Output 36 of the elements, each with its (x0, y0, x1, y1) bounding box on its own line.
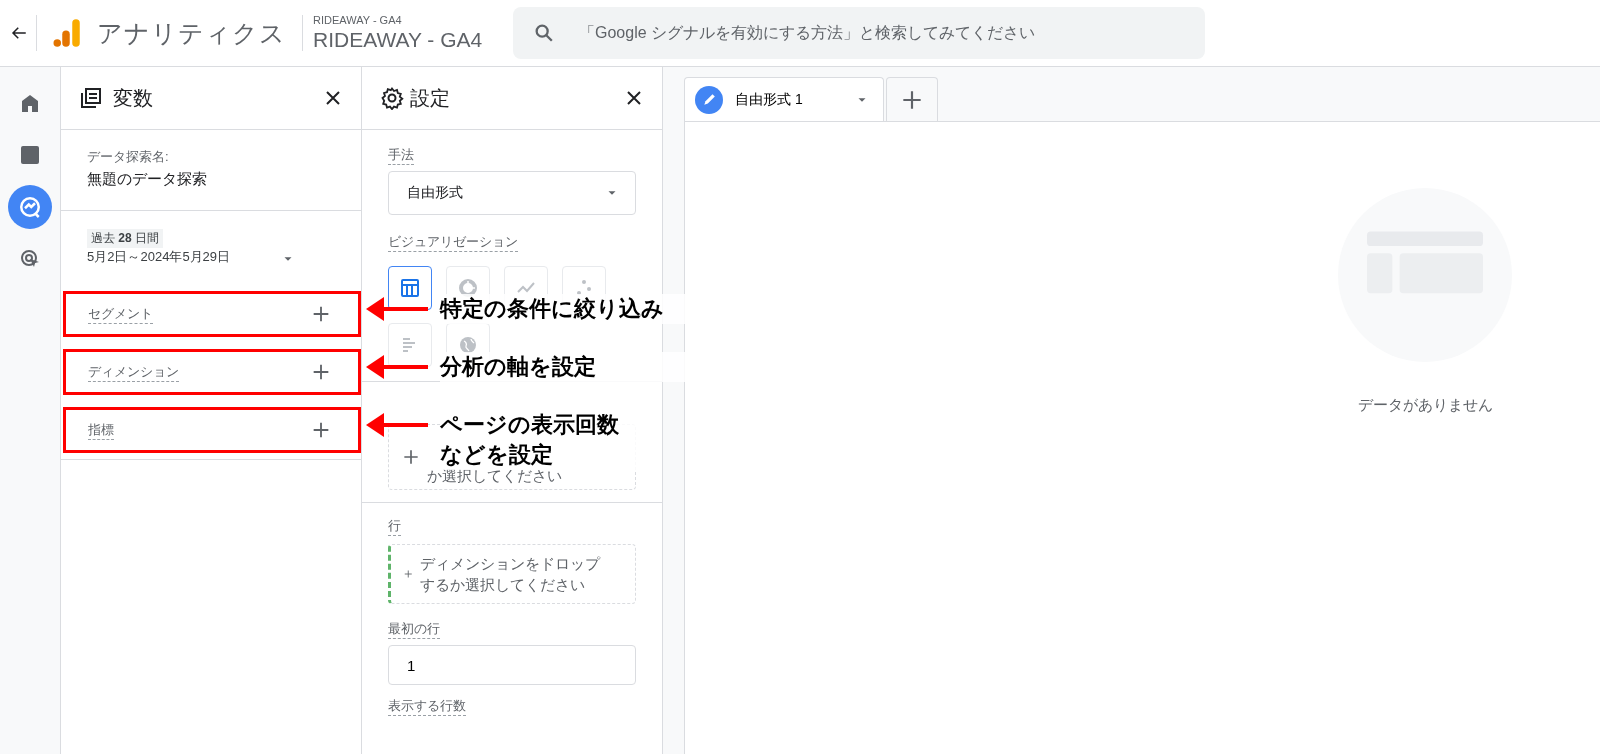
add-tab-button[interactable] (886, 77, 938, 121)
account-name: RIDEAWAY - GA4 (313, 14, 403, 26)
arrow-icon (366, 354, 428, 380)
empty-message: データがありません (1357, 396, 1493, 415)
property-selector[interactable]: RIDEAWAY - GA4 (313, 28, 503, 52)
panel-title: 変数 (113, 85, 154, 111)
field-label: 表示する行数 (388, 697, 466, 716)
technique-dropdown[interactable]: 自由形式 (388, 171, 636, 215)
list-icon (79, 86, 103, 110)
field-label: 最初の行 (388, 620, 440, 639)
analytics-logo-icon (51, 17, 81, 49)
panel-title: 設定 (410, 85, 451, 111)
section-label: ディメンション (88, 362, 179, 382)
canvas-tab[interactable]: 自由形式 1 (684, 77, 884, 121)
section-label: セグメント (88, 304, 153, 324)
settings-icon (380, 86, 404, 110)
field-label: 手法 (388, 146, 414, 165)
first-row-input[interactable]: 1 (388, 645, 636, 685)
pencil-icon (695, 85, 723, 114)
search-bar[interactable]: 「Google シグナルを有効にする方法」と検索してみてください (513, 7, 1205, 59)
plus-icon (401, 447, 421, 467)
table-icon (398, 276, 422, 300)
field-label: 行 (388, 517, 401, 536)
date-range-selector[interactable]: 過去 28 日間 5月2日～2024年5月29日 (87, 229, 335, 266)
field-label: データ探索名: (87, 148, 170, 166)
back-arrow-icon (10, 24, 28, 42)
arrow-icon (366, 412, 428, 438)
field-label: ビジュアリゼーション (388, 233, 518, 252)
arrow-icon (366, 296, 428, 322)
nav-explore-button[interactable] (8, 185, 52, 229)
search-icon (533, 22, 555, 44)
rows-drop-zone[interactable]: ディメンションをドロップするか選択してください (388, 544, 636, 604)
product-name: アナリティクス (97, 17, 286, 49)
search-field[interactable]: 「Google シグナルを有効にする方法」と検索してみてください (577, 23, 1205, 43)
section-label: 指標 (88, 420, 114, 440)
exploration-name[interactable]: 無題のデータ探索 (87, 170, 335, 189)
